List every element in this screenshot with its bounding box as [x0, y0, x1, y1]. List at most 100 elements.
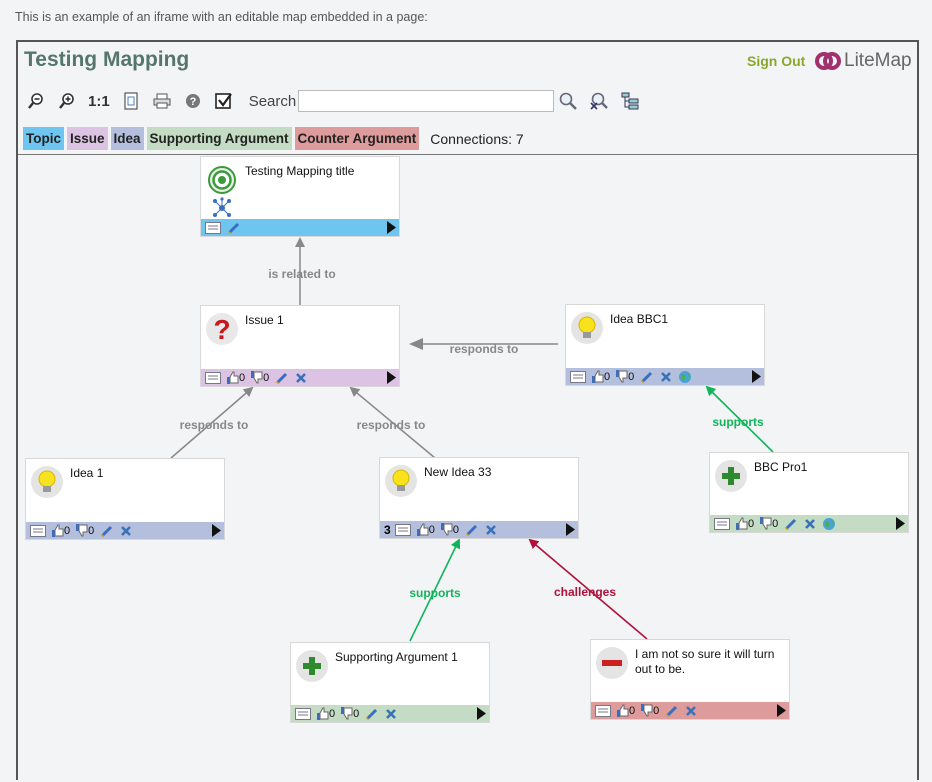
lightbulb-icon: [384, 464, 418, 498]
node-title: Idea 1: [70, 466, 104, 480]
thumbs-up-icon[interactable]: 0: [416, 522, 435, 537]
thumbs-down-icon[interactable]: 0: [251, 370, 269, 385]
details-icon[interactable]: [30, 523, 46, 538]
node-topic[interactable]: Testing Mapping title: [200, 156, 400, 237]
delete-icon[interactable]: [120, 523, 132, 538]
votes-up-count: 0: [239, 371, 246, 384]
map-canvas[interactable]: is related to responds to responds to re…: [18, 42, 921, 782]
question-mark-icon: ?: [205, 312, 239, 346]
minus-icon: [595, 646, 629, 680]
expand-arrow-icon[interactable]: [566, 523, 575, 541]
node-new-idea-33[interactable]: New Idea 33 3 0 0: [379, 457, 579, 539]
expand-arrow-icon[interactable]: [777, 704, 786, 722]
lightbulb-icon: [570, 311, 604, 345]
delete-icon[interactable]: [685, 703, 697, 718]
node-action-bar: 3 0 0: [380, 521, 578, 538]
node-supporting-argument-1[interactable]: Supporting Argument 1 0 0: [290, 642, 490, 723]
node-title: BBC Pro1: [754, 460, 808, 474]
delete-icon[interactable]: [485, 522, 497, 537]
details-icon[interactable]: [570, 369, 586, 384]
votes-up-count: 0: [64, 524, 71, 537]
node-action-bar: 0 0: [710, 515, 908, 532]
details-icon[interactable]: [714, 516, 730, 531]
link-label-responds-newidea33: responds to: [357, 418, 426, 432]
votes-up-count: 0: [428, 523, 435, 536]
votes-down-count: 0: [452, 523, 459, 536]
plus-icon: [295, 649, 329, 683]
delete-icon[interactable]: [804, 516, 816, 531]
expand-arrow-icon[interactable]: [387, 221, 396, 239]
node-idea-1[interactable]: Idea 1 0 0: [25, 458, 225, 540]
edit-pencil-icon[interactable]: [100, 523, 114, 538]
edit-pencil-icon[interactable]: [275, 370, 289, 385]
edit-pencil-icon[interactable]: [465, 522, 479, 537]
svg-text:?: ?: [213, 314, 230, 345]
votes-down-count: 0: [88, 524, 95, 537]
node-action-bar: 0 0: [566, 368, 764, 385]
node-title: Idea BBC1: [610, 312, 669, 326]
details-icon[interactable]: [595, 703, 611, 718]
node-action-bar: [201, 219, 399, 236]
details-icon[interactable]: [394, 522, 411, 537]
votes-down-count: 0: [263, 371, 270, 384]
edit-pencil-icon[interactable]: [665, 703, 679, 718]
votes-up-count: 0: [329, 707, 336, 720]
thumbs-down-icon[interactable]: 0: [341, 706, 359, 721]
votes-down-count: 0: [628, 370, 635, 383]
link-label-responds-idea1: responds to: [180, 418, 249, 432]
node-idea-bbc1[interactable]: Idea BBC1 0 0: [565, 304, 765, 386]
target-icon: [205, 163, 239, 197]
child-count: 3: [384, 522, 391, 537]
edit-pencil-icon[interactable]: [784, 516, 798, 531]
link-label-responds-bbc: responds to: [450, 342, 519, 356]
thumbs-up-icon[interactable]: 0: [52, 523, 70, 538]
thumbs-up-icon[interactable]: 0: [617, 703, 635, 718]
votes-down-count: 0: [653, 704, 660, 717]
node-issue-1[interactable]: ? Issue 1 0 0: [200, 305, 400, 387]
globe-icon[interactable]: [678, 369, 692, 384]
thumbs-down-icon[interactable]: 0: [641, 703, 659, 718]
details-icon[interactable]: [205, 370, 221, 385]
node-action-bar: 0 0: [26, 522, 224, 539]
votes-up-count: 0: [748, 517, 755, 530]
edit-pencil-icon[interactable]: [640, 369, 654, 384]
link-label-related: is related to: [268, 267, 335, 281]
delete-icon[interactable]: [660, 369, 672, 384]
node-bbc-pro1[interactable]: BBC Pro1 0 0: [709, 452, 909, 533]
node-counter-argument[interactable]: I am not so sure it will turn out to be.…: [590, 639, 790, 720]
thumbs-down-icon[interactable]: 0: [616, 369, 634, 384]
node-title: I am not so sure it will turn out to be.: [635, 647, 775, 676]
expand-arrow-icon[interactable]: [387, 371, 396, 389]
map-iframe: Testing Mapping Sign Out LiteMap 1:1 ? S…: [16, 40, 919, 780]
details-icon[interactable]: [295, 706, 311, 721]
intro-text: This is an example of an iframe with an …: [15, 10, 428, 24]
node-title: Supporting Argument 1: [335, 650, 458, 664]
node-action-bar: 0 0: [291, 705, 489, 722]
edit-pencil-icon[interactable]: [365, 706, 379, 721]
thumbs-up-icon[interactable]: 0: [592, 369, 610, 384]
node-title: New Idea 33: [424, 465, 492, 479]
thumbs-down-icon[interactable]: 0: [440, 522, 459, 537]
thumbs-up-icon[interactable]: 0: [736, 516, 754, 531]
expand-arrow-icon[interactable]: [752, 370, 761, 388]
link-label-challenges: challenges: [554, 585, 616, 599]
expand-arrow-icon[interactable]: [477, 707, 486, 725]
edit-pencil-icon[interactable]: [227, 220, 241, 235]
expand-arrow-icon[interactable]: [212, 524, 221, 542]
thumbs-down-icon[interactable]: 0: [76, 523, 94, 538]
plus-icon: [714, 459, 748, 493]
thumbs-down-icon[interactable]: 0: [760, 516, 778, 531]
link-label-supports-bbc: supports: [712, 415, 764, 429]
votes-up-count: 0: [604, 370, 611, 383]
expand-arrow-icon[interactable]: [896, 517, 905, 535]
globe-icon[interactable]: [822, 516, 836, 531]
details-icon[interactable]: [205, 220, 221, 235]
delete-icon[interactable]: [385, 706, 397, 721]
votes-down-count: 0: [772, 517, 779, 530]
node-title: Testing Mapping title: [245, 164, 355, 178]
node-action-bar: 0 0: [591, 702, 789, 719]
votes-up-count: 0: [629, 704, 636, 717]
thumbs-up-icon[interactable]: 0: [317, 706, 335, 721]
delete-icon[interactable]: [295, 370, 307, 385]
thumbs-up-icon[interactable]: 0: [227, 370, 245, 385]
